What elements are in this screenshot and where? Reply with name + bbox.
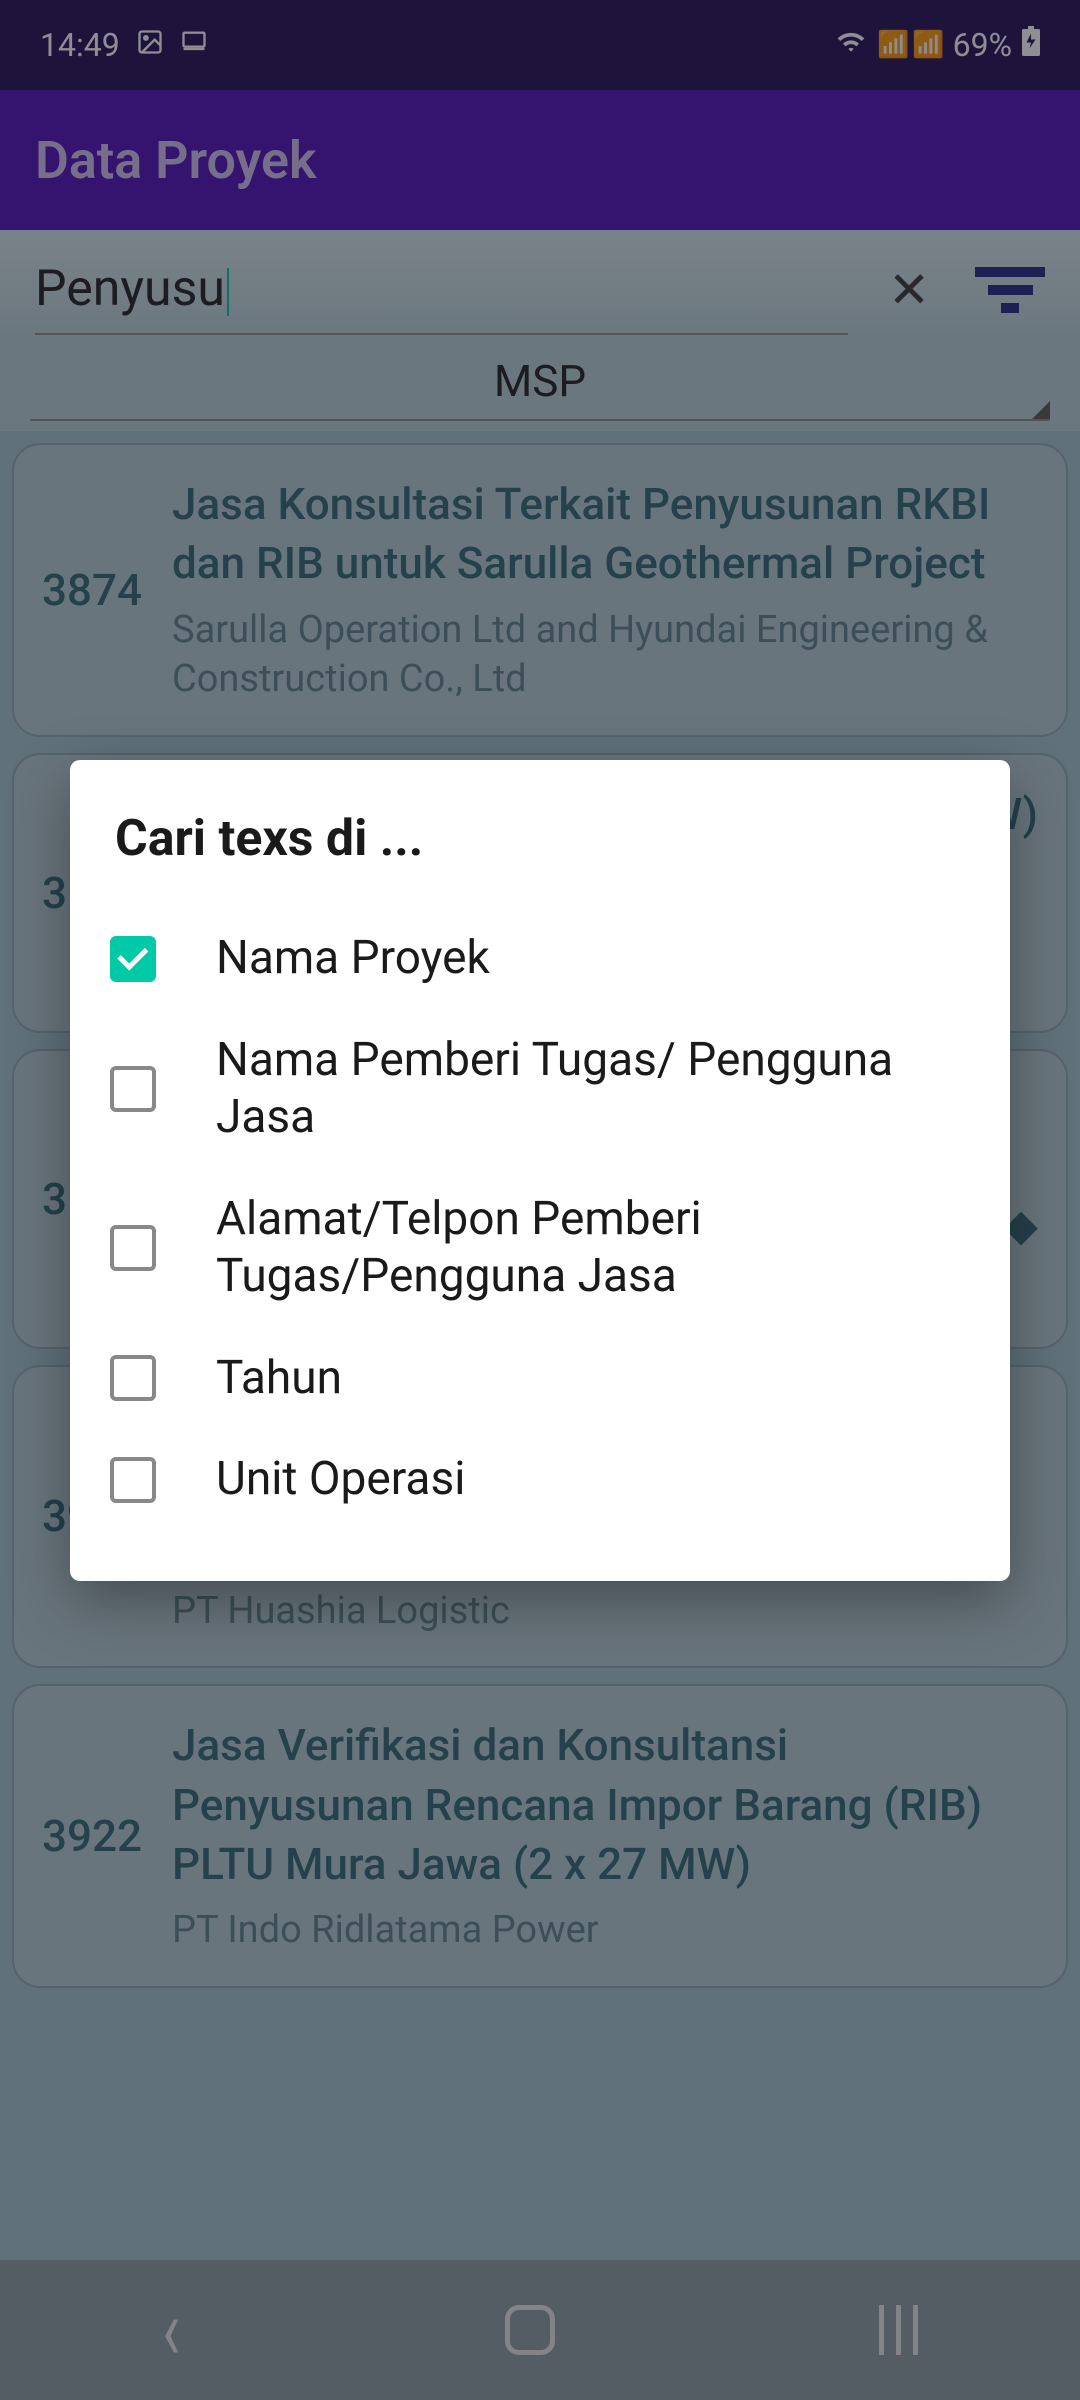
option-label: Tahun bbox=[216, 1350, 342, 1408]
filter-option-tahun[interactable]: Tahun bbox=[100, 1328, 980, 1430]
option-label: Nama Proyek bbox=[216, 930, 490, 988]
checkbox-icon bbox=[110, 1066, 156, 1112]
filter-option-unit-operasi[interactable]: Unit Operasi bbox=[100, 1429, 980, 1531]
filter-option-alamat[interactable]: Alamat/Telpon Pemberi Tugas/Pengguna Jas… bbox=[100, 1169, 980, 1328]
dialog-title: Cari texs di ... bbox=[100, 810, 980, 868]
filter-dialog: Cari texs di ... Nama Proyek Nama Pember… bbox=[70, 760, 1010, 1581]
option-label: Alamat/Telpon Pemberi Tugas/Pengguna Jas… bbox=[216, 1191, 970, 1306]
checkbox-icon bbox=[110, 1225, 156, 1271]
option-label: Nama Pemberi Tugas/ Pengguna Jasa bbox=[216, 1032, 970, 1147]
checkbox-icon bbox=[110, 1457, 156, 1503]
checkbox-icon bbox=[110, 936, 156, 982]
checkbox-icon bbox=[110, 1355, 156, 1401]
option-label: Unit Operasi bbox=[216, 1451, 465, 1509]
filter-option-nama-proyek[interactable]: Nama Proyek bbox=[100, 908, 980, 1010]
filter-option-pemberi-tugas[interactable]: Nama Pemberi Tugas/ Pengguna Jasa bbox=[100, 1010, 980, 1169]
